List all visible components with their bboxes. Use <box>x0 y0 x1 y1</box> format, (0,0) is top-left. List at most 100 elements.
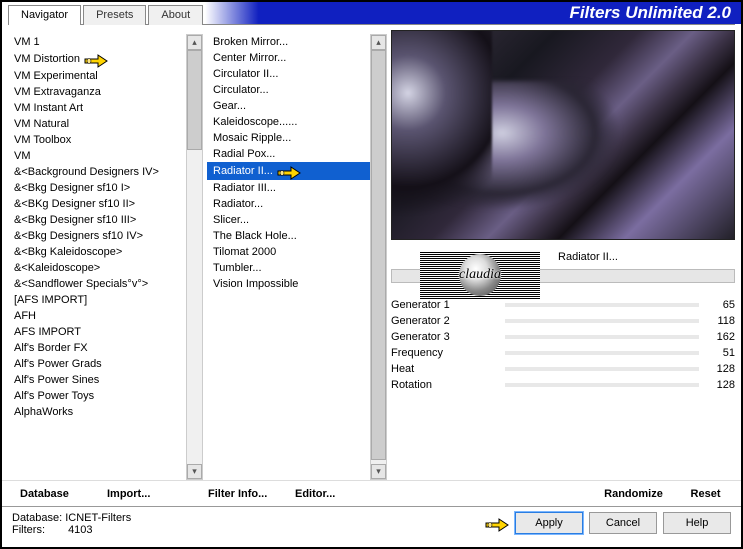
scroll-down-icon[interactable]: ▾ <box>187 464 202 479</box>
category-item[interactable]: Alf's Power Grads <box>8 356 203 372</box>
tab-navigator[interactable]: Navigator <box>8 5 81 25</box>
parameter-panel: Generator 1 65 Generator 2 118 Generator 3 16… <box>391 297 735 393</box>
watermark-text: claudia <box>459 267 501 283</box>
category-item[interactable]: &<Background Designers IV> <box>8 164 203 180</box>
status-filters-label: Filters: <box>12 524 45 536</box>
category-item[interactable]: &<Bkg Designer sf10 I> <box>8 180 203 196</box>
param-row: Generator 2 118 <box>391 313 735 329</box>
filter-item[interactable]: Radiator... <box>207 196 387 212</box>
filter-item[interactable]: Radiator III... <box>207 180 387 196</box>
filter-item[interactable]: Broken Mirror... <box>207 34 387 50</box>
category-item[interactable]: AFS IMPORT <box>8 324 203 340</box>
param-name: Frequency <box>391 347 501 359</box>
category-item[interactable]: VM Instant Art <box>8 100 203 116</box>
param-slider[interactable] <box>505 367 699 371</box>
category-item[interactable]: &<Bkg Designer sf10 III> <box>8 212 203 228</box>
category-item[interactable]: [AFS IMPORT] <box>8 292 203 308</box>
category-item[interactable]: AlphaWorks <box>8 404 203 420</box>
category-item[interactable]: VM <box>8 148 203 164</box>
param-row: Rotation 128 <box>391 377 735 393</box>
param-value: 162 <box>703 331 735 343</box>
filter-item[interactable]: Tumbler... <box>207 260 387 276</box>
reset-button[interactable]: Reset <box>678 484 733 504</box>
param-value: 51 <box>703 347 735 359</box>
claudia-watermark: claudia <box>420 251 540 299</box>
filter-scrollbar[interactable]: ▴ ▾ <box>370 34 387 480</box>
category-scrollbar[interactable]: ▴ ▾ <box>186 34 203 480</box>
param-name: Heat <box>391 363 501 375</box>
category-item[interactable]: VM 1 <box>8 34 203 50</box>
help-button[interactable]: Help <box>663 512 731 534</box>
pointer-icon <box>84 52 108 66</box>
scroll-down-icon[interactable]: ▾ <box>371 464 386 479</box>
scroll-up-icon[interactable]: ▴ <box>371 35 386 50</box>
filter-item[interactable]: Slicer... <box>207 212 387 228</box>
category-item[interactable]: VM Extravaganza <box>8 84 203 100</box>
filter-item[interactable]: Gear... <box>207 98 387 114</box>
filter-item[interactable]: Radial Pox... <box>207 146 387 162</box>
filter-list[interactable]: Broken Mirror...Center Mirror...Circulat… <box>207 30 387 473</box>
filter-item[interactable]: Kaleidoscope...... <box>207 114 387 130</box>
randomize-button[interactable]: Randomize <box>591 484 676 504</box>
param-slider[interactable] <box>505 351 699 355</box>
param-name: Rotation <box>391 379 501 391</box>
param-row: Frequency 51 <box>391 345 735 361</box>
filter-info-button[interactable]: Filter Info... <box>202 484 287 504</box>
category-item[interactable]: Alf's Power Sines <box>8 372 203 388</box>
param-name: Generator 1 <box>391 299 501 311</box>
param-row: Generator 1 65 <box>391 297 735 313</box>
filter-item[interactable]: Circulator II... <box>207 66 387 82</box>
editor-button[interactable]: Editor... <box>289 484 374 504</box>
import-button[interactable]: Import... <box>101 484 186 504</box>
category-item[interactable]: AFH <box>8 308 203 324</box>
app-title: Filters Unlimited 2.0 <box>205 2 741 24</box>
filter-preview <box>391 30 735 240</box>
param-slider[interactable] <box>505 303 699 307</box>
category-item[interactable]: Alf's Border FX <box>8 340 203 356</box>
param-row: Generator 3 162 <box>391 329 735 345</box>
filter-item[interactable]: Center Mirror... <box>207 50 387 66</box>
filter-item[interactable]: Mosaic Ripple... <box>207 130 387 146</box>
category-item[interactable]: VM Natural <box>8 116 203 132</box>
database-button[interactable]: Database <box>14 484 99 504</box>
param-value: 128 <box>703 379 735 391</box>
filter-item[interactable]: The Black Hole... <box>207 228 387 244</box>
filter-item[interactable]: Vision Impossible <box>207 276 387 292</box>
status-filters-value: 4103 <box>48 524 92 536</box>
scroll-thumb[interactable] <box>371 50 386 460</box>
param-row: Heat 128 <box>391 361 735 377</box>
tab-bar: Navigator Presets About <box>2 2 205 24</box>
status-db-label: Database: <box>12 512 62 524</box>
filter-item[interactable]: Tilomat 2000 <box>207 244 387 260</box>
param-value: 118 <box>703 315 735 327</box>
category-item[interactable]: &<BKg Designer sf10 II> <box>8 196 203 212</box>
pointer-icon <box>277 164 301 178</box>
tab-presets[interactable]: Presets <box>83 5 146 25</box>
status-db-value: ICNET-Filters <box>65 512 131 524</box>
category-item[interactable]: &<Kaleidoscope> <box>8 260 203 276</box>
param-value: 128 <box>703 363 735 375</box>
category-item[interactable]: VM Distortion <box>8 50 203 68</box>
category-item[interactable]: VM Experimental <box>8 68 203 84</box>
apply-button[interactable]: Apply <box>515 512 583 534</box>
cancel-button[interactable]: Cancel <box>589 512 657 534</box>
param-name: Generator 3 <box>391 331 501 343</box>
pointer-icon <box>485 516 509 530</box>
filter-item[interactable]: Circulator... <box>207 82 387 98</box>
param-slider[interactable] <box>505 383 699 387</box>
param-value: 65 <box>703 299 735 311</box>
tab-about[interactable]: About <box>148 5 203 25</box>
scroll-thumb[interactable] <box>187 50 202 150</box>
category-item[interactable]: &<Sandflower Specials°v°> <box>8 276 203 292</box>
category-item[interactable]: &<Bkg Designers sf10 IV> <box>8 228 203 244</box>
param-slider[interactable] <box>505 335 699 339</box>
category-item[interactable]: &<Bkg Kaleidoscope> <box>8 244 203 260</box>
param-slider[interactable] <box>505 319 699 323</box>
param-name: Generator 2 <box>391 315 501 327</box>
filter-item[interactable]: Radiator II... <box>207 162 387 180</box>
category-item[interactable]: Alf's Power Toys <box>8 388 203 404</box>
scroll-up-icon[interactable]: ▴ <box>187 35 202 50</box>
toolbar: Database Import... Filter Info... Editor… <box>2 480 741 506</box>
category-list[interactable]: VM 1VM DistortionVM ExperimentalVM Extra… <box>8 30 203 473</box>
category-item[interactable]: VM Toolbox <box>8 132 203 148</box>
